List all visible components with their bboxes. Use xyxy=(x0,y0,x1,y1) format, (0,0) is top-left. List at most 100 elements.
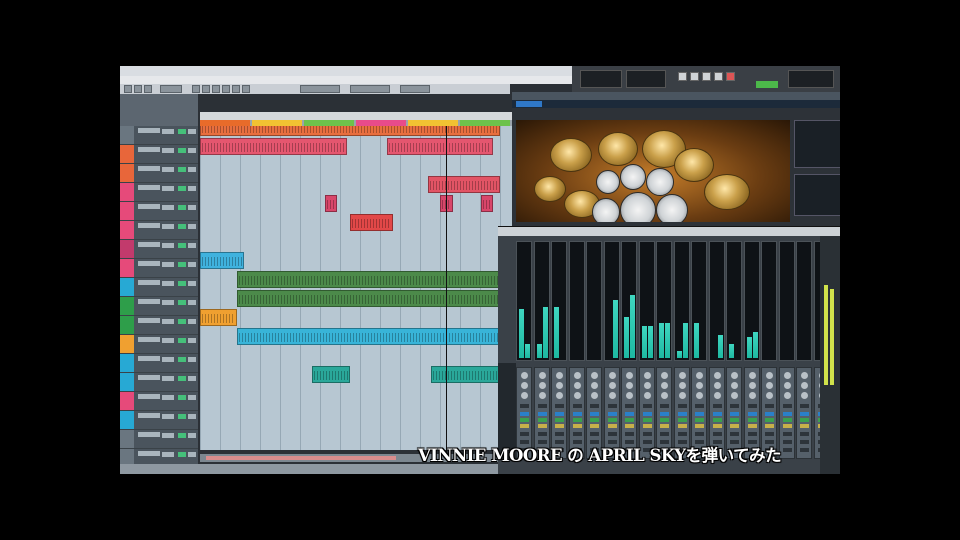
track-header[interactable] xyxy=(120,240,198,259)
track-control-button[interactable] xyxy=(138,318,160,323)
strip-button[interactable] xyxy=(730,412,739,416)
audio-event[interactable] xyxy=(430,366,500,383)
strip-button[interactable] xyxy=(677,432,687,436)
track-control-button[interactable] xyxy=(138,204,160,209)
track-header[interactable] xyxy=(120,145,198,164)
strip-button[interactable] xyxy=(625,418,634,422)
toolbar-split-tool-icon[interactable] xyxy=(212,85,220,93)
track-control-button[interactable] xyxy=(178,205,186,210)
knob[interactable] xyxy=(556,382,563,389)
track-control-button[interactable] xyxy=(188,129,196,134)
knob[interactable] xyxy=(643,372,651,379)
strip-button[interactable] xyxy=(782,448,792,452)
audio-event[interactable] xyxy=(387,138,494,155)
track-control-button[interactable] xyxy=(162,186,174,191)
strip-button[interactable] xyxy=(695,404,704,408)
track-control-button[interactable] xyxy=(178,300,186,305)
track-control-button[interactable] xyxy=(162,205,174,210)
track-control-button[interactable] xyxy=(138,432,160,437)
knob[interactable] xyxy=(521,392,528,399)
knob[interactable] xyxy=(573,382,581,389)
track-control-button[interactable] xyxy=(188,319,196,324)
strip-button[interactable] xyxy=(695,432,704,436)
strip-button[interactable] xyxy=(782,432,792,436)
strip-button[interactable] xyxy=(677,424,687,428)
strip-button[interactable] xyxy=(537,404,547,408)
toolbar-activate-icon[interactable] xyxy=(124,85,132,93)
track-control-button[interactable] xyxy=(162,243,174,248)
toolbar-grid-type[interactable] xyxy=(350,85,390,93)
strip-button[interactable] xyxy=(642,412,652,416)
strip-button[interactable] xyxy=(677,404,687,408)
audio-event[interactable] xyxy=(200,309,238,326)
strip-button[interactable] xyxy=(537,412,547,416)
track-header[interactable] xyxy=(120,297,198,316)
strip-button[interactable] xyxy=(677,418,687,422)
scrollbar-thumb[interactable] xyxy=(206,456,396,460)
strip-button[interactable] xyxy=(730,432,739,436)
track-controls[interactable] xyxy=(134,316,198,334)
drum-kit-view[interactable] xyxy=(516,120,790,222)
track-control-button[interactable] xyxy=(188,395,196,400)
knob[interactable] xyxy=(538,392,546,399)
instrument-tab-construct[interactable] xyxy=(516,101,542,107)
strip-button[interactable] xyxy=(695,424,704,428)
playhead-cursor[interactable] xyxy=(446,126,448,456)
knob[interactable] xyxy=(801,372,808,379)
strip-button[interactable] xyxy=(537,418,547,422)
strip-button[interactable] xyxy=(800,424,809,428)
audio-event[interactable] xyxy=(237,328,500,345)
master-section[interactable] xyxy=(820,236,840,474)
track-controls[interactable] xyxy=(134,145,198,163)
knob[interactable] xyxy=(608,382,616,389)
knob[interactable] xyxy=(591,392,598,399)
track-control-button[interactable] xyxy=(138,185,160,190)
track-control-button[interactable] xyxy=(188,186,196,191)
track-header[interactable] xyxy=(120,354,198,373)
strip-button[interactable] xyxy=(712,432,722,436)
forward-button[interactable] xyxy=(690,72,699,81)
track-control-button[interactable] xyxy=(188,357,196,362)
track-control-button[interactable] xyxy=(162,300,174,305)
strip-button[interactable] xyxy=(747,404,757,408)
track-control-button[interactable] xyxy=(162,357,174,362)
strip-button[interactable] xyxy=(625,424,634,428)
knob[interactable] xyxy=(678,372,686,379)
track-control-button[interactable] xyxy=(162,414,174,419)
track-control-button[interactable] xyxy=(138,337,160,342)
strip-button[interactable] xyxy=(590,424,599,428)
knob[interactable] xyxy=(766,372,773,379)
track-control-button[interactable] xyxy=(138,261,160,266)
strip-button[interactable] xyxy=(730,418,739,422)
strip-button[interactable] xyxy=(660,432,669,436)
track-controls[interactable] xyxy=(134,373,198,391)
track-control-button[interactable] xyxy=(178,376,186,381)
track-header[interactable] xyxy=(120,411,198,430)
track-control-button[interactable] xyxy=(188,224,196,229)
strip-button[interactable] xyxy=(607,418,617,422)
toolbar-quantize[interactable] xyxy=(400,85,430,93)
track-control-button[interactable] xyxy=(162,338,174,343)
track-control-button[interactable] xyxy=(138,299,160,304)
track-control-button[interactable] xyxy=(188,148,196,153)
strip-button[interactable] xyxy=(765,424,774,428)
floor-tom[interactable] xyxy=(656,194,688,222)
strip-button[interactable] xyxy=(572,432,582,436)
strip-button[interactable] xyxy=(520,432,529,436)
track-header[interactable] xyxy=(120,278,198,297)
record-button[interactable] xyxy=(726,72,735,81)
track-control-button[interactable] xyxy=(162,281,174,286)
strip-button[interactable] xyxy=(800,448,809,452)
knob[interactable] xyxy=(696,372,703,379)
strip-button[interactable] xyxy=(782,412,792,416)
strip-button[interactable] xyxy=(782,404,792,408)
track-control-button[interactable] xyxy=(178,262,186,267)
track-control-button[interactable] xyxy=(178,186,186,191)
strip-button[interactable] xyxy=(747,432,757,436)
crash-cymbal-left[interactable] xyxy=(550,138,592,172)
strip-button[interactable] xyxy=(625,404,634,408)
track-header[interactable] xyxy=(120,316,198,335)
knob[interactable] xyxy=(521,372,528,379)
audio-event[interactable] xyxy=(427,176,500,193)
track-control-button[interactable] xyxy=(178,357,186,362)
